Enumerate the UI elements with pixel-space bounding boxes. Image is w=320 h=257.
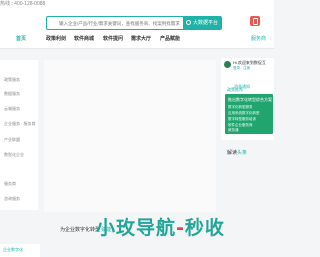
search-icon [185, 20, 191, 25]
watermark-dash: - [176, 217, 185, 239]
login-register-link[interactable]: 登录 · 注册 [233, 66, 250, 71]
sidebar-item[interactable]: 数智化企业 [4, 152, 24, 158]
sidebar-item[interactable]: 云端服务 [4, 106, 20, 112]
news-title-text: 解读 [227, 150, 238, 156]
solution-box[interactable]: 推出数字化转型综合方案 数字化转型服务 应用系统数字化转型 数字转型服务培训 软… [225, 94, 273, 134]
hotline-text: 热线 : 400-128-0088 [0, 1, 46, 7]
nav-item-provider[interactable]: 服务商 [251, 35, 266, 43]
nav-item-product-empower[interactable]: 产品赋能 [160, 35, 180, 43]
sidebar-item[interactable]: 服务商 [4, 181, 16, 187]
news-highlight: 头条 [237, 150, 248, 156]
category-sidebar: 政策服务 数据服务 云端服务 企业服务 · 服务商 产业联盟 数智化企业 服务商… [0, 60, 38, 210]
search-button-label: 大数据平台 [192, 20, 218, 26]
bottom-left-text[interactable]: 企业数字化 [3, 247, 23, 253]
search-bar: 大数据平台 [46, 16, 222, 30]
main-banner[interactable] [44, 60, 216, 212]
sidebar-item[interactable]: 产业联盟 [4, 137, 20, 143]
solution-title: 推出数字化转型综合方案 [228, 97, 272, 102]
sidebar-item[interactable]: 咨询服务 [4, 196, 20, 202]
section-label-text: 为企业数字化转型 [60, 227, 101, 233]
sidebar-item[interactable]: 政策服务 [4, 77, 20, 83]
sidebar-item[interactable]: 企业服务 · 服务商 [4, 121, 36, 127]
main-nav: 首页 政策利剑 软件商城 软件提问 需求大厅 产品赋能 服务商 [0, 31, 274, 49]
welcome-text: Hi,欢迎来到数促互 [233, 60, 266, 65]
solution-item[interactable]: 政务通 [228, 128, 239, 133]
nav-item-home[interactable]: 首页 [16, 35, 26, 43]
avatar[interactable] [224, 61, 231, 68]
policy-recommend-link[interactable]: 政策推荐 [227, 87, 243, 92]
user-card: Hi,欢迎来到数促互 登录 · 注册 消息通知 政策推荐 推出数字化转型综合方案… [221, 58, 274, 140]
watermark-right: 秒收 [184, 217, 225, 239]
sidebar-item[interactable]: 数据服务 [4, 91, 20, 97]
watermark-left: 小玫导航 [96, 217, 177, 239]
watermark: 小玫导航-秒收 [96, 217, 225, 239]
document-icon[interactable] [250, 16, 260, 26]
nav-item-demand-hall[interactable]: 需求大厅 [131, 35, 151, 43]
solution-item[interactable]: 数字化转型服务 [228, 105, 253, 110]
news-heading: 解读头条 [227, 150, 247, 156]
search-input[interactable] [47, 17, 187, 29]
search-button[interactable]: 大数据平台 [183, 17, 221, 29]
bottom-left-panel: 企业数字化 [0, 244, 40, 257]
solution-item[interactable]: 数字转型服务培训 [228, 117, 256, 122]
nav-item-software-mall[interactable]: 软件商城 [74, 35, 94, 43]
nav-item-software-questions[interactable]: 软件提问 [103, 35, 123, 43]
top-bar: 热线 : 400-128-0088 [0, 0, 274, 10]
solution-item[interactable]: 应用系统数字化转型 [228, 111, 260, 116]
header: 大数据平台 [0, 10, 274, 31]
nav-item-policy[interactable]: 政策利剑 [46, 35, 66, 43]
